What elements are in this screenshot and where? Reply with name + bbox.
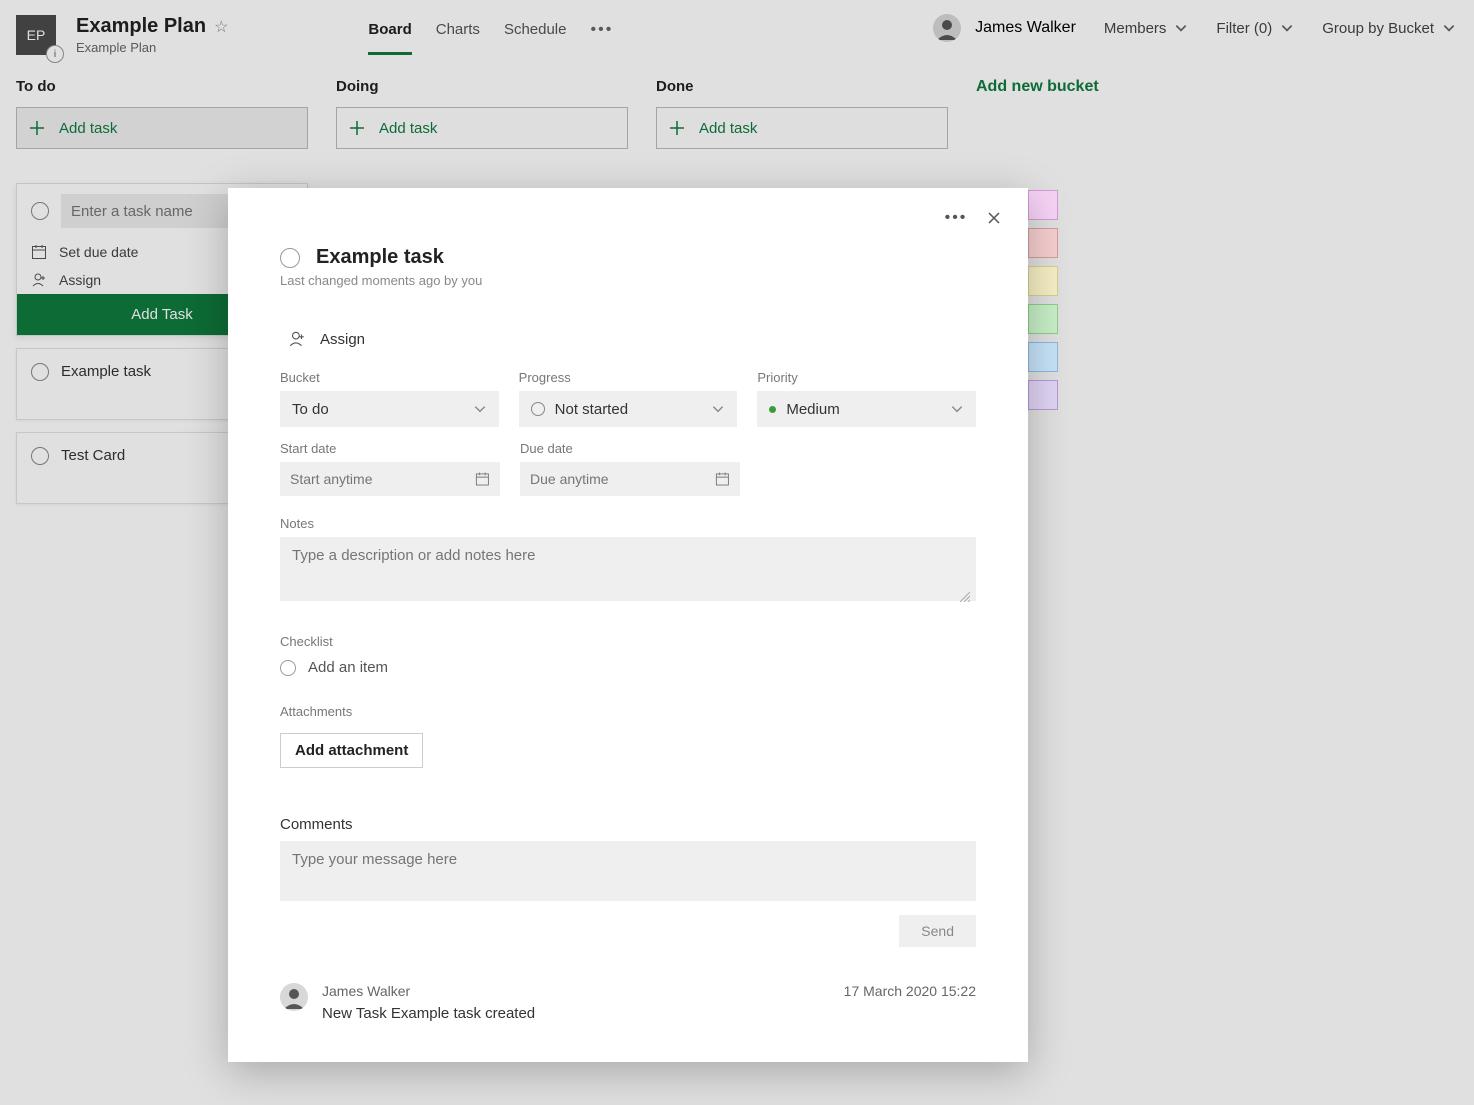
avatar-icon [280,983,308,1011]
comment-input-wrap[interactable] [280,841,976,901]
checklist-label: Checklist [280,634,976,649]
activity-timestamp: 17 March 2020 15:22 [844,983,976,999]
send-button[interactable]: Send [899,915,976,947]
more-icon[interactable]: ••• [946,208,966,228]
start-date-input-wrap[interactable] [280,462,500,496]
checklist-circle-icon [280,660,296,676]
priority-dot-icon [769,406,776,413]
dialog-subtitle: Last changed moments ago by you [280,273,976,288]
due-date-input[interactable] [530,471,715,487]
resize-handle-icon[interactable] [960,592,970,602]
checklist-add-button[interactable]: Add an item [280,659,976,676]
swatch-purple[interactable] [1028,380,1058,410]
priority-label: Priority [757,370,976,385]
calendar-icon[interactable] [475,471,490,487]
swatch-blue[interactable] [1028,342,1058,372]
attachments-label: Attachments [280,704,976,719]
start-date-label: Start date [280,441,500,456]
chevron-down-icon [711,402,725,416]
swatch-pink[interactable] [1028,190,1058,220]
priority-field: Priority Medium [757,370,976,427]
task-dialog: ••• Example task Last changed moments ag… [228,188,1028,1062]
task-complete-checkbox[interactable] [280,248,300,268]
person-add-icon [288,330,306,348]
calendar-icon[interactable] [715,471,730,487]
close-icon[interactable] [984,208,1004,228]
comment-textarea[interactable] [292,851,964,885]
notes-label: Notes [280,516,976,531]
bucket-select[interactable]: To do [280,391,499,427]
activity-entry: James Walker 17 March 2020 15:22 New Tas… [280,983,976,1022]
notes-textarea[interactable] [280,537,976,601]
swatch-red[interactable] [1028,228,1058,258]
priority-select[interactable]: Medium [757,391,976,427]
progress-label: Progress [519,370,738,385]
bucket-field: Bucket To do [280,370,499,427]
due-date-input-wrap[interactable] [520,462,740,496]
swatch-green[interactable] [1028,304,1058,334]
label-swatches [1028,190,1058,410]
add-attachment-button[interactable]: Add attachment [280,733,423,768]
chevron-down-icon [950,402,964,416]
chevron-down-icon [473,402,487,416]
progress-select[interactable]: Not started [519,391,738,427]
progress-field: Progress Not started [519,370,738,427]
activity-author: James Walker [322,983,410,999]
start-date-field: Start date [280,441,500,496]
start-date-input[interactable] [290,471,475,487]
swatch-yellow[interactable] [1028,266,1058,296]
progress-circle-icon [531,402,545,416]
activity-text: New Task Example task created [322,1005,976,1022]
due-date-field: Due date [520,441,740,496]
comments-label: Comments [280,816,976,833]
due-date-label: Due date [520,441,740,456]
dialog-title[interactable]: Example task [316,246,444,269]
assign-button[interactable]: Assign [280,330,976,348]
bucket-label: Bucket [280,370,499,385]
